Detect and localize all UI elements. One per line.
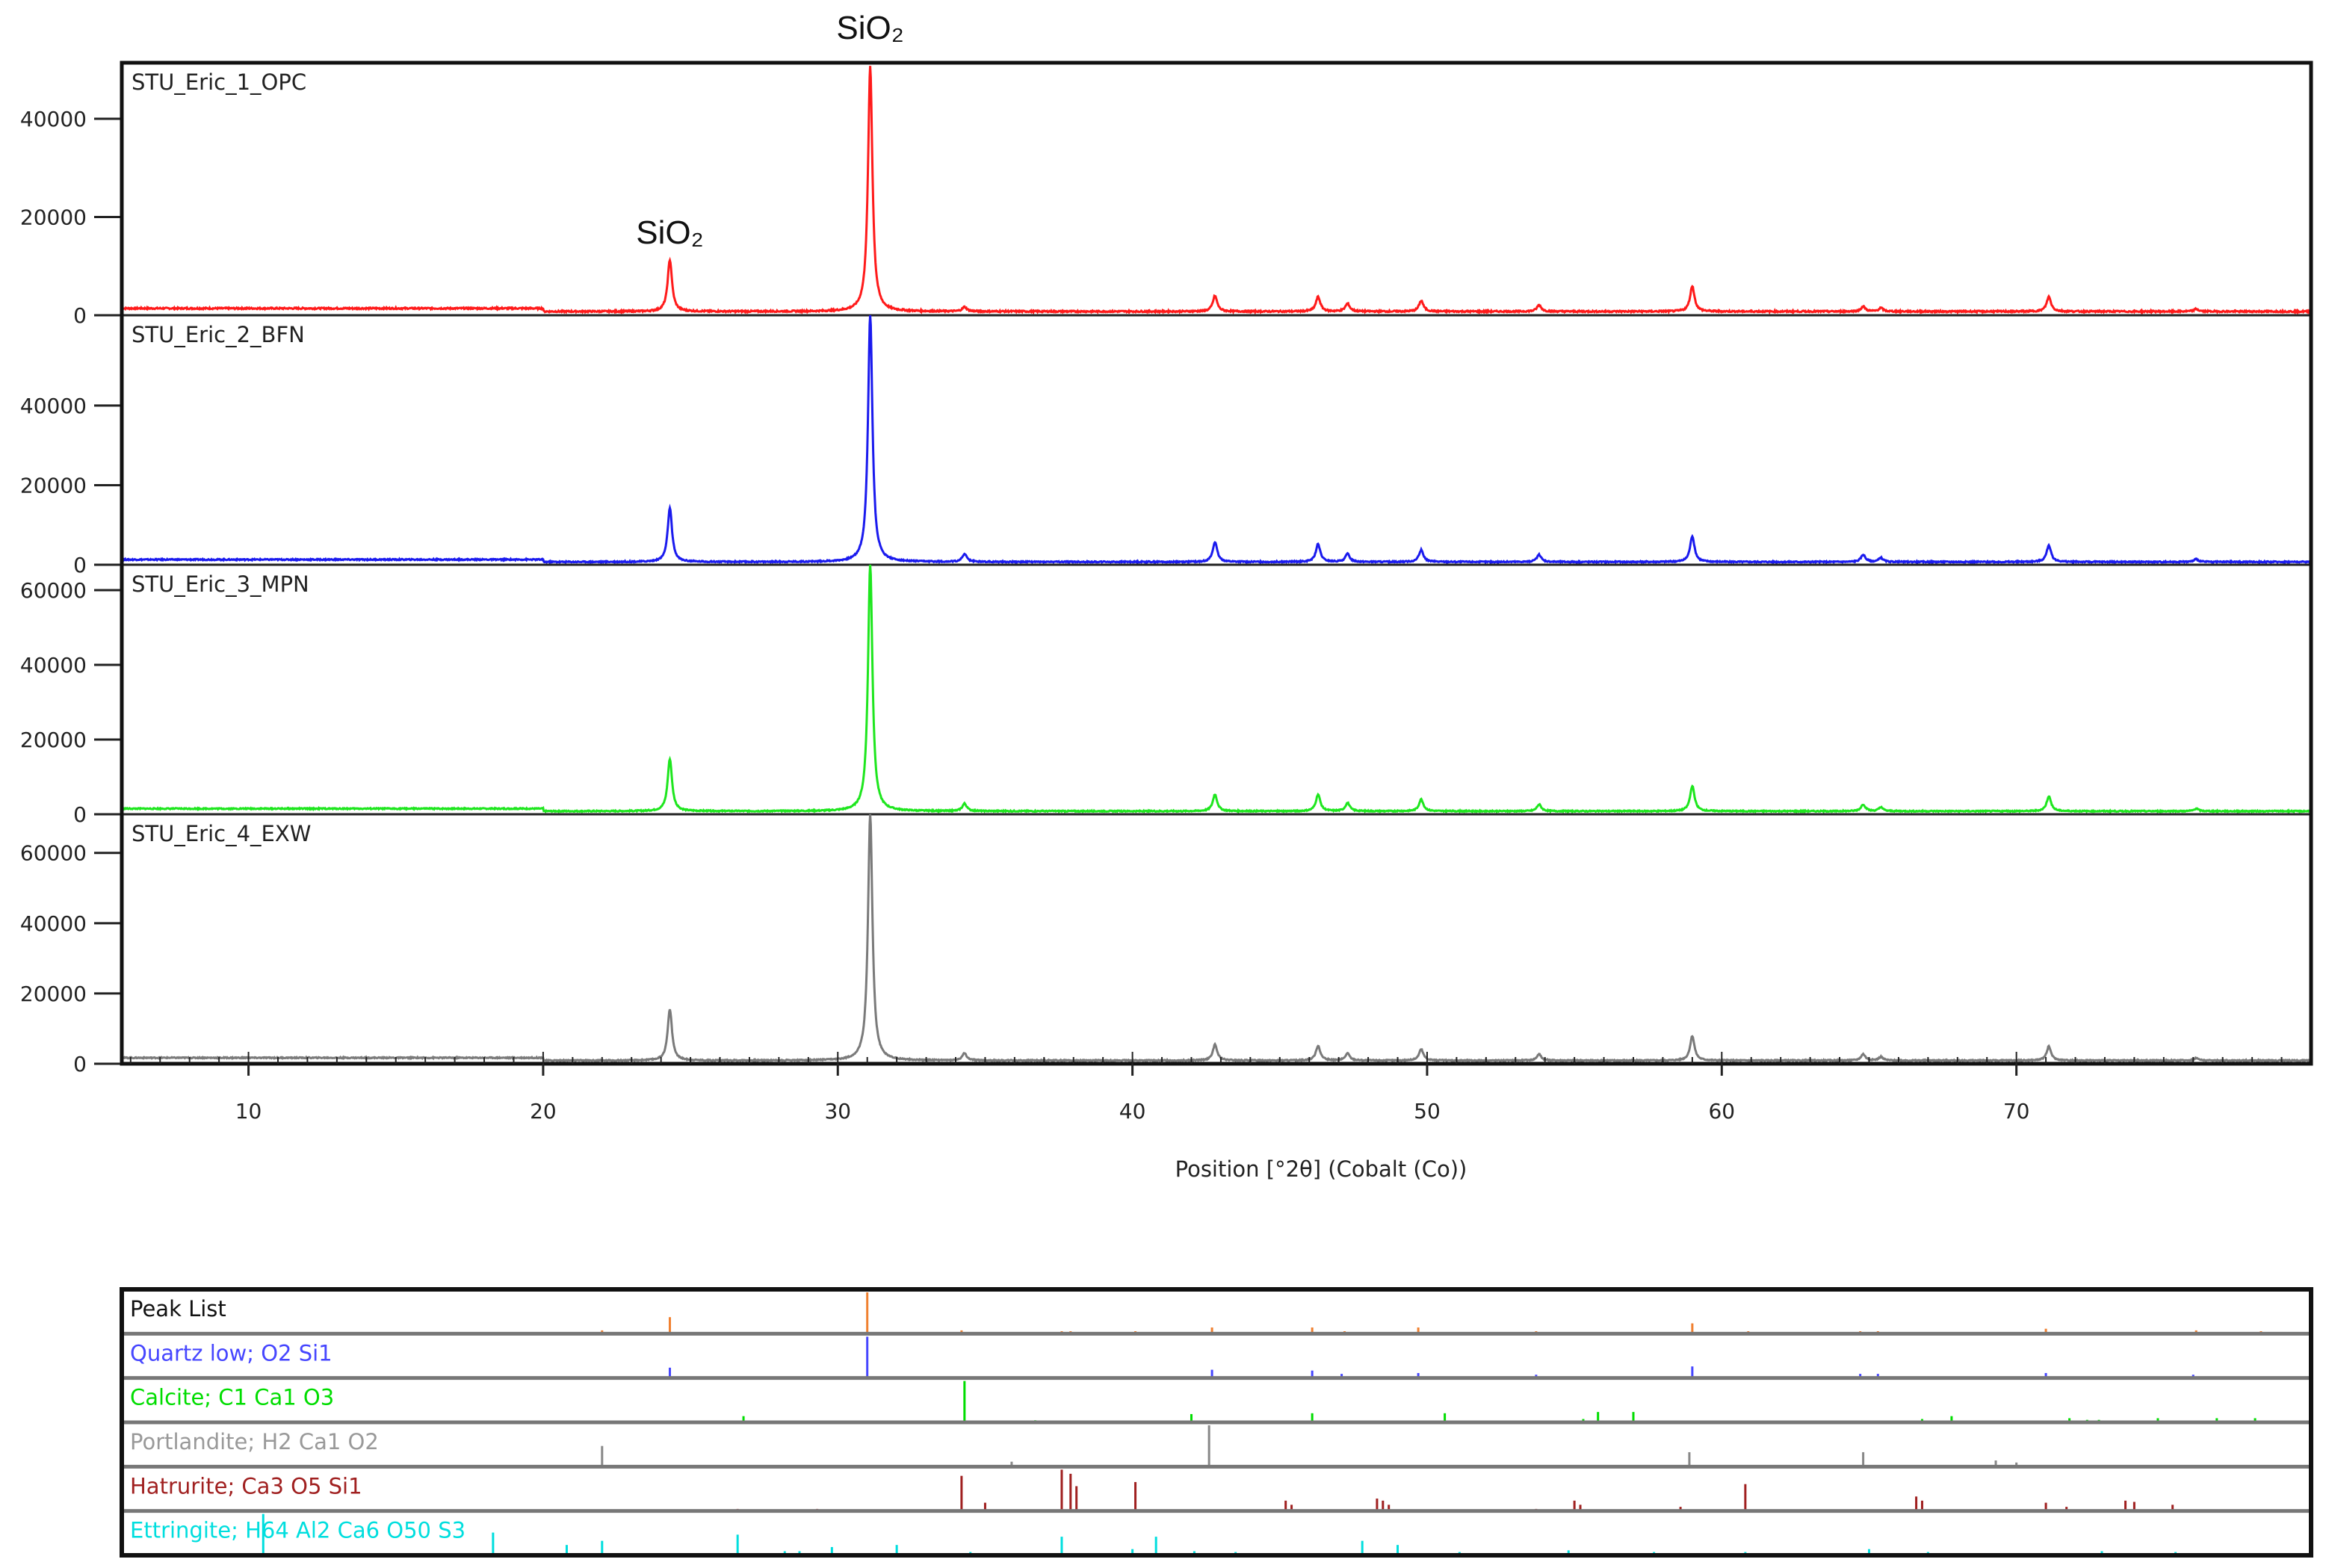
reference-label: Calcite; C1 Ca1 O3 [130,1385,334,1410]
panel-label: STU_Eric_4_EXW [132,821,311,846]
y-tick-label: 20000 [20,982,87,1006]
y-tick-label: 40000 [20,107,87,131]
y-tick-label: 60000 [20,841,87,866]
peak-annotation: SiO₂ [636,214,703,251]
reference-label: Portlandite; H2 Ca1 O2 [130,1429,379,1454]
x-tick-label: 60 [1708,1099,1735,1124]
x-tick-label: 10 [235,1099,262,1124]
reference-label: Quartz low; O2 Si1 [130,1340,333,1366]
y-tick-label: 0 [73,802,87,827]
panel-label: STU_Eric_1_OPC [132,69,306,95]
x-tick-label: 50 [1414,1099,1441,1124]
x-tick-label: 30 [824,1099,851,1124]
peak-annotation: SiO₂ [836,10,903,46]
x-tick-label: 20 [530,1099,557,1124]
diffractogram-plot: 0 20000 40000 STU_Eric_1_OPC 0 20000 40000 STU_… [20,10,2311,1124]
x-tick-label: 70 [2003,1099,2030,1124]
reference-label: Hatrurite; Ca3 O5 Si1 [130,1473,362,1499]
x-tick-label: 40 [1119,1099,1146,1124]
series-line-STU_Eric_1_OPC [122,66,2310,312]
y-tick-label: 60000 [20,578,87,603]
reference-label: Peak List [130,1296,226,1321]
y-tick-label: 20000 [20,728,87,752]
series-line-STU_Eric_4_EXW [122,814,2310,1061]
xrd-figure: 0 20000 40000 STU_Eric_1_OPC 0 20000 40000 STU_… [0,0,2329,1568]
y-tick-label: 0 [73,1052,87,1076]
y-tick-label: 0 [73,553,87,577]
reference-label: Ettringite; H64 Al2 Ca6 O50 S3 [130,1518,466,1543]
y-tick-label: 20000 [20,205,87,229]
series-line-STU_Eric_3_MPN [122,565,2310,812]
y-tick-label: 40000 [20,911,87,936]
panel-label: STU_Eric_2_BFN [132,322,305,347]
panel-label: STU_Eric_3_MPN [132,571,309,597]
y-tick-label: 40000 [20,394,87,418]
series-line-STU_Eric_2_BFN [122,315,2310,563]
y-tick-label: 40000 [20,653,87,678]
x-axis-title: Position [°2θ] (Cobalt (Co)) [1175,1156,1467,1182]
plot-frame [122,63,2311,1064]
reference-stick-plot: Peak List Quartz low; O2 Si1 Calcite; C1 C… [122,1289,2311,1555]
y-tick-label: 20000 [20,473,87,498]
y-tick-label: 0 [73,303,87,328]
